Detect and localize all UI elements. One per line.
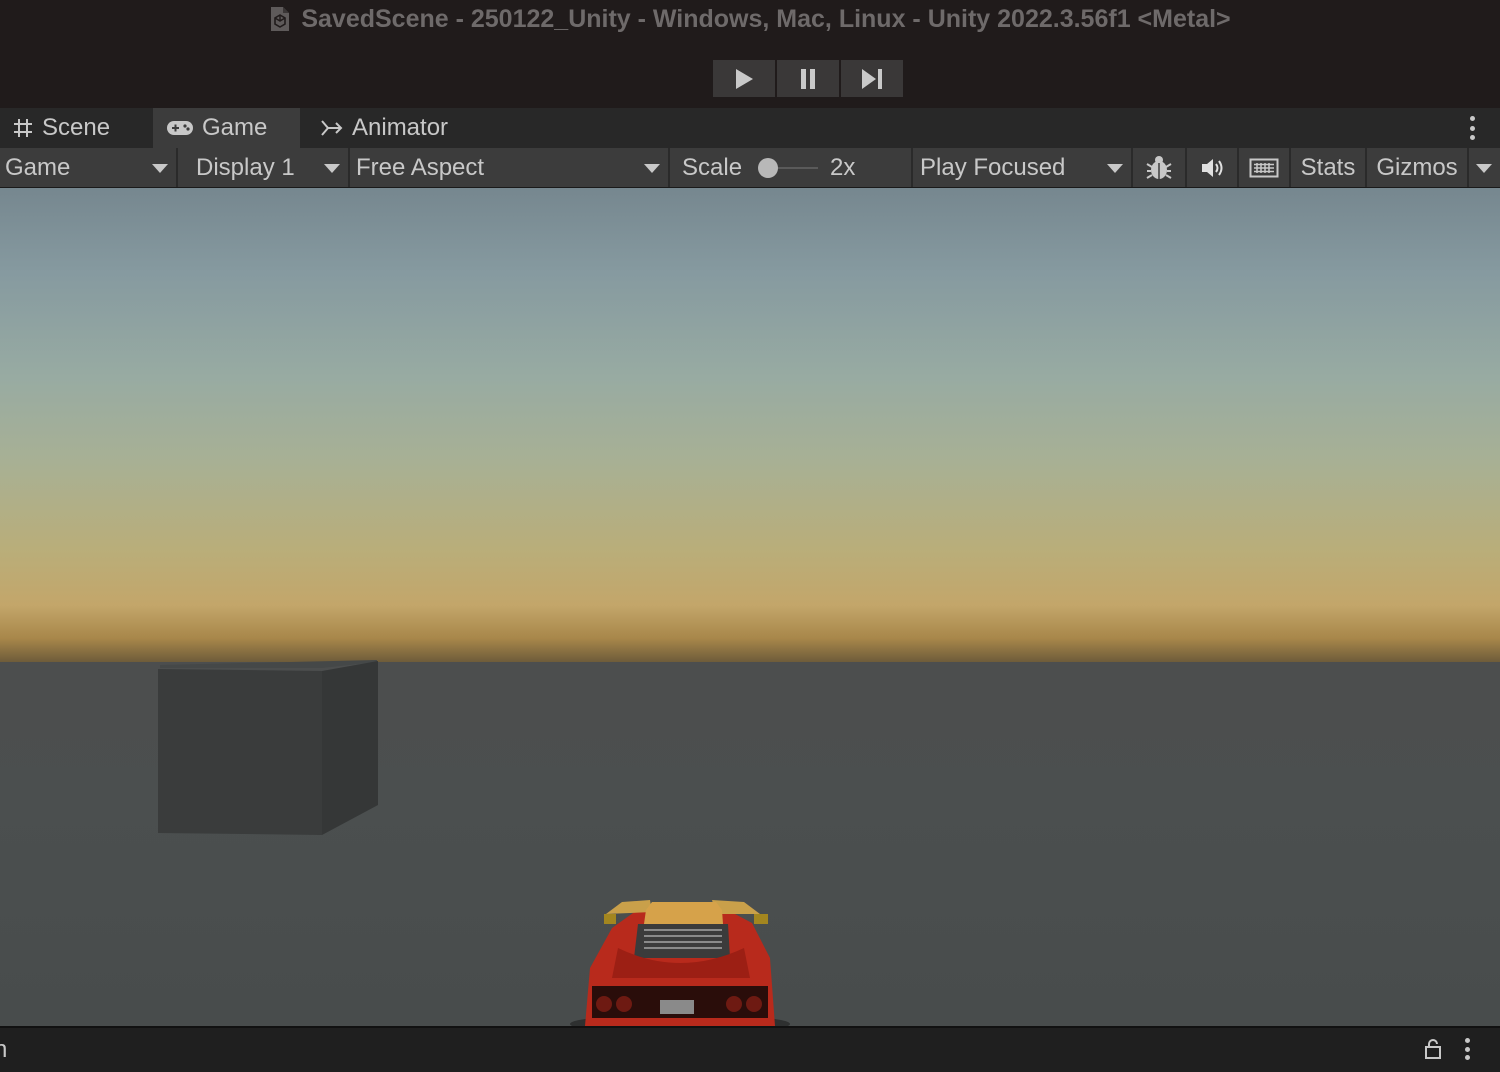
panel-menu-button[interactable] (1463, 1038, 1471, 1060)
view-select-value: Game (5, 153, 71, 181)
speaker-icon (1202, 158, 1223, 177)
shortcuts-toggle[interactable] (1239, 148, 1289, 187)
window-title: SavedScene - 250122_Unity - Windows, Mac… (301, 4, 1231, 33)
red-sports-car (570, 900, 790, 1026)
stats-button[interactable]: Stats (1291, 148, 1365, 187)
aspect-select-value: Free Aspect (356, 153, 485, 181)
gizmos-button[interactable]: Gizmos (1367, 148, 1467, 187)
stats-label: Stats (1300, 153, 1356, 181)
debug-toggle[interactable] (1133, 148, 1185, 187)
animator-icon (321, 120, 343, 136)
gizmos-dropdown[interactable] (1469, 148, 1500, 187)
tab-scene-label: Scene (42, 114, 111, 141)
scale-slider[interactable] (756, 148, 820, 187)
panel-tab-fragment: n (0, 1036, 8, 1063)
step-button[interactable] (841, 60, 903, 97)
title-bar: SavedScene - 250122_Unity - Windows, Mac… (0, 0, 1500, 108)
cube-object (158, 660, 378, 835)
slider-thumb[interactable] (758, 158, 778, 178)
scale-label: Scale (682, 148, 742, 187)
window-title-group: SavedScene - 250122_Unity - Windows, Mac… (0, 0, 1500, 38)
tab-game-label: Game (202, 114, 268, 141)
scale-value: 2x (830, 148, 870, 187)
play-button[interactable] (713, 60, 775, 97)
play-icon (736, 68, 753, 89)
tab-scene[interactable]: Scene (0, 108, 152, 148)
chevron-down-icon (324, 164, 340, 173)
bug-icon (1146, 155, 1172, 179)
unity-scene-file-icon (271, 7, 290, 31)
step-icon (862, 68, 882, 89)
tab-menu-button[interactable] (1468, 116, 1476, 140)
tab-animator-label: Animator (352, 114, 449, 141)
bottom-panel-bar: n (0, 1026, 1500, 1072)
lock-icon[interactable] (1424, 1038, 1442, 1060)
tab-animator[interactable]: Animator (300, 108, 470, 148)
editor-tab-bar: Scene Game Animator (0, 108, 1500, 148)
chevron-down-icon (1476, 164, 1492, 173)
pause-icon (801, 68, 815, 89)
display-select-value: Display 1 (196, 153, 295, 181)
pause-button[interactable] (777, 60, 839, 97)
keyboard-icon (1249, 158, 1279, 177)
play-mode-select-value: Play Focused (920, 153, 1066, 181)
playback-controls (713, 60, 903, 97)
game-view-toolbar: Game Display 1 Free Aspect Scale 2x Play… (0, 148, 1500, 188)
chevron-down-icon (152, 164, 168, 173)
game-viewport[interactable] (0, 188, 1500, 1026)
aspect-select[interactable]: Free Aspect (350, 148, 668, 187)
chevron-down-icon (1107, 164, 1123, 173)
view-select[interactable]: Game (0, 148, 176, 187)
scale-value-text: 2x (830, 153, 856, 181)
gizmos-label: Gizmos (1376, 153, 1458, 181)
scene-objects (158, 660, 790, 1026)
chevron-down-icon (644, 164, 660, 173)
display-select[interactable]: Display 1 (178, 148, 348, 187)
tab-game[interactable]: Game (153, 108, 300, 148)
gamepad-icon (167, 121, 193, 135)
grid-hash-icon (14, 119, 32, 137)
mute-audio-toggle[interactable] (1187, 148, 1237, 187)
scale-label-text: Scale (682, 153, 743, 181)
play-mode-select[interactable]: Play Focused (913, 148, 1131, 187)
